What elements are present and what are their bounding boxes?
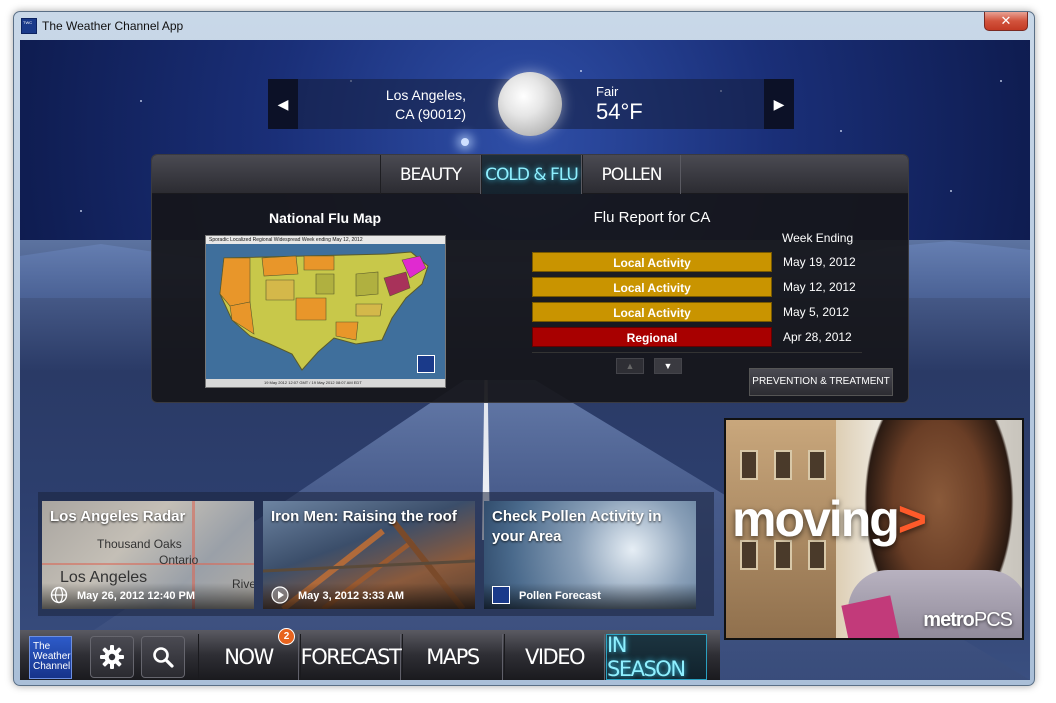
- location-region: CA (90012): [395, 106, 466, 122]
- activity-level: Regional: [532, 327, 772, 347]
- week-ending-date: May 12, 2012: [783, 280, 856, 294]
- window-title: The Weather Channel App: [42, 19, 184, 33]
- ad-arrow-icon: >: [897, 491, 927, 547]
- globe-icon: [50, 586, 68, 604]
- tile-meta-bar: May 3, 2012 3:33 AM: [263, 583, 475, 609]
- tab-cold-and-flu[interactable]: COLD & FLU: [481, 155, 582, 194]
- bottom-nav-bar: The Weather Channel NOW 2 FORECAST MAPS …: [20, 628, 720, 680]
- report-divider: [532, 352, 862, 353]
- search-button[interactable]: [141, 636, 185, 678]
- us-map-graphic: [206, 244, 445, 379]
- current-temperature: 54°F: [596, 99, 643, 124]
- close-button[interactable]: ✕: [984, 12, 1028, 31]
- arrow-down-icon: ▼: [663, 361, 673, 371]
- week-ending-date: May 5, 2012: [783, 305, 850, 319]
- star-glow: [461, 138, 469, 146]
- current-condition: Fair: [596, 84, 619, 99]
- nav-tab-maps[interactable]: MAPS: [402, 634, 503, 680]
- tab-pollen[interactable]: POLLEN: [582, 155, 681, 194]
- flu-map-title: National Flu Map: [269, 210, 381, 226]
- tile-title: Check Pollen Activity in your Area: [492, 508, 662, 545]
- ad-headline: moving>: [732, 491, 927, 547]
- tile-meta: May 3, 2012 3:33 AM: [298, 590, 404, 602]
- nav-tab-forecast[interactable]: FORECAST: [300, 634, 402, 680]
- location-bar: ◀ Los Angeles, CA (90012) Fair 54°F ▶: [268, 72, 794, 136]
- scroll-down-button[interactable]: ▼: [654, 358, 682, 374]
- tile-los-angeles-radar[interactable]: Thousand Oaks Ontario Los Angeles Rive L…: [42, 501, 254, 609]
- featured-tiles: Thousand Oaks Ontario Los Angeles Rive L…: [38, 492, 714, 616]
- moon-icon: [498, 72, 562, 136]
- tile-meta-bar: Pollen Forecast: [484, 583, 696, 609]
- activity-level: Local Activity: [532, 277, 772, 297]
- arrow-right-icon: ▶: [773, 95, 785, 112]
- previous-location-button[interactable]: ◀: [268, 79, 298, 129]
- tab-beauty[interactable]: BEAUTY: [380, 155, 481, 194]
- tile-pollen-forecast[interactable]: Check Pollen Activity in your Area Polle…: [484, 501, 696, 609]
- nav-tab-video[interactable]: VIDEO: [504, 634, 605, 680]
- twc-map-logo-icon: [417, 355, 435, 373]
- activity-level: Local Activity: [532, 252, 772, 272]
- flu-report-title: Flu Report for CA: [593, 209, 711, 226]
- search-icon: [153, 647, 174, 668]
- notification-badge: 2: [278, 628, 295, 645]
- flu-map-legend: Sporadic Localized Regional Widespread W…: [206, 236, 445, 244]
- flu-map-footer: 19 May 2012 12:07 GMT / 19 May 2012 08:0…: [206, 379, 445, 387]
- gear-icon: [100, 645, 124, 669]
- app-client-area: ◀ Los Angeles, CA (90012) Fair 54°F ▶ BE…: [20, 40, 1030, 680]
- tile-iron-men-video[interactable]: Iron Men: Raising the roof May 3, 2012 3…: [263, 501, 475, 609]
- nav-tab-in-season[interactable]: IN SEASON: [606, 633, 707, 680]
- tile-meta-bar: May 26, 2012 12:40 PM: [42, 583, 254, 609]
- location-city: Los Angeles,: [385, 87, 466, 103]
- tile-meta: Pollen Forecast: [519, 590, 601, 602]
- flu-report-row: Local Activity May 12, 2012: [532, 277, 862, 297]
- national-flu-map[interactable]: Sporadic Localized Regional Widespread W…: [205, 235, 446, 388]
- scroll-up-button[interactable]: ▲: [616, 358, 644, 374]
- week-ending-date: Apr 28, 2012: [783, 330, 852, 344]
- week-ending-date: May 19, 2012: [783, 255, 856, 269]
- title-bar[interactable]: TWC The Weather Channel App ✕: [14, 12, 1034, 40]
- flu-report-row: Local Activity May 5, 2012: [532, 302, 862, 322]
- close-icon: ✕: [1000, 13, 1012, 28]
- arrow-up-icon: ▲: [625, 361, 635, 371]
- tile-title: Los Angeles Radar: [50, 508, 186, 525]
- twc-logo-button[interactable]: The Weather Channel: [29, 636, 72, 679]
- tile-meta: May 26, 2012 12:40 PM: [77, 590, 196, 602]
- twc-app-icon: TWC: [21, 18, 37, 34]
- tile-title: Iron Men: Raising the roof: [271, 508, 457, 525]
- map-label: Ontario: [159, 553, 199, 567]
- flu-report-row: Regional Apr 28, 2012: [532, 327, 862, 347]
- location-name: Los Angeles, CA (90012): [338, 86, 466, 124]
- flu-report-row: Local Activity May 19, 2012: [532, 252, 862, 272]
- next-location-button[interactable]: ▶: [764, 79, 794, 129]
- play-icon[interactable]: [271, 586, 289, 604]
- advertisement-banner[interactable]: moving> metroPCS: [724, 418, 1024, 640]
- settings-button[interactable]: [90, 636, 134, 678]
- prevention-treatment-button[interactable]: PREVENTION & TREATMENT: [749, 368, 893, 396]
- ad-brand-logo: metroPCS: [923, 609, 1013, 631]
- map-label: Thousand Oaks: [97, 537, 182, 551]
- season-panel: BEAUTY COLD & FLU POLLEN National Flu Ma…: [151, 154, 909, 403]
- arrow-left-icon: ◀: [277, 95, 289, 112]
- season-tabs: BEAUTY COLD & FLU POLLEN: [152, 155, 908, 194]
- activity-level: Local Activity: [532, 302, 772, 322]
- twc-icon: [492, 586, 510, 604]
- week-ending-heading: Week Ending: [782, 231, 854, 245]
- app-window: TWC The Weather Channel App ✕ ◀ Los Ange…: [13, 11, 1035, 686]
